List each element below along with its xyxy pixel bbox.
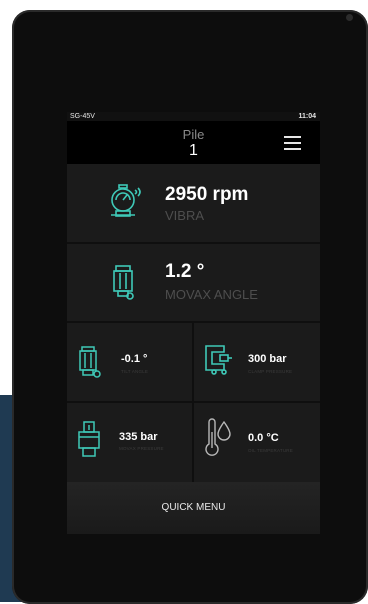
vibro-hammer-icon: [111, 184, 141, 217]
clamp-pressure-value: 300 bar: [248, 353, 287, 365]
oil-temperature-value: 0.0 °C: [248, 432, 279, 444]
vibra-label: VIBRA: [165, 208, 205, 223]
movax-device-icon: [113, 265, 134, 300]
clamp-pressure-label: CLAMP PRESSURE: [248, 369, 293, 374]
app-screen: SG-45V 11:04 Pile 1 2950 rpm VIBRA 1.2 °…: [67, 112, 320, 534]
quick-menu-button[interactable]: QUICK MENU: [67, 482, 320, 534]
clock: 11:04: [298, 113, 316, 120]
status-bar: SG-45V 11:04: [67, 112, 320, 121]
pile-number: 1: [189, 142, 198, 159]
thermometer-drop-icon: [205, 418, 231, 456]
model-name: SG-45V: [70, 113, 95, 120]
pressure-device-icon: [78, 421, 100, 457]
clamp-icon: [205, 345, 232, 375]
hamburger-menu-icon[interactable]: [284, 135, 301, 151]
camera-dot: [346, 14, 353, 21]
movax-pressure-value: 335 bar: [119, 431, 158, 443]
movax-angle-label: MOVAX ANGLE: [165, 287, 258, 302]
vibra-value: 2950 rpm: [165, 184, 249, 205]
clamp-pressure-tile[interactable]: 300 bar CLAMP PRESSURE: [194, 323, 320, 401]
oil-temperature-label: OIL TEMPERATURE: [248, 448, 293, 453]
movax-angle-value: 1.2 °: [165, 261, 205, 282]
tilt-angle-label: TILT ANGLE: [121, 369, 149, 374]
vibra-tile[interactable]: 2950 rpm VIBRA: [67, 164, 320, 242]
tilt-angle-tile[interactable]: -0.1 ° TILT ANGLE: [67, 323, 192, 401]
movax-angle-tile[interactable]: 1.2 ° MOVAX ANGLE: [67, 244, 320, 321]
header: Pile 1: [67, 121, 320, 164]
tilt-angle-value: -0.1 °: [121, 353, 148, 365]
oil-temperature-tile[interactable]: 0.0 °C OIL TEMPERATURE: [194, 403, 320, 482]
quick-menu-label: QUICK MENU: [161, 502, 226, 513]
tilt-device-icon: [79, 346, 101, 378]
pile-label: Pile: [182, 127, 205, 142]
movax-pressure-tile[interactable]: 335 bar MOVAX PRESSURE: [67, 403, 192, 482]
movax-pressure-label: MOVAX PRESSURE: [119, 446, 164, 451]
